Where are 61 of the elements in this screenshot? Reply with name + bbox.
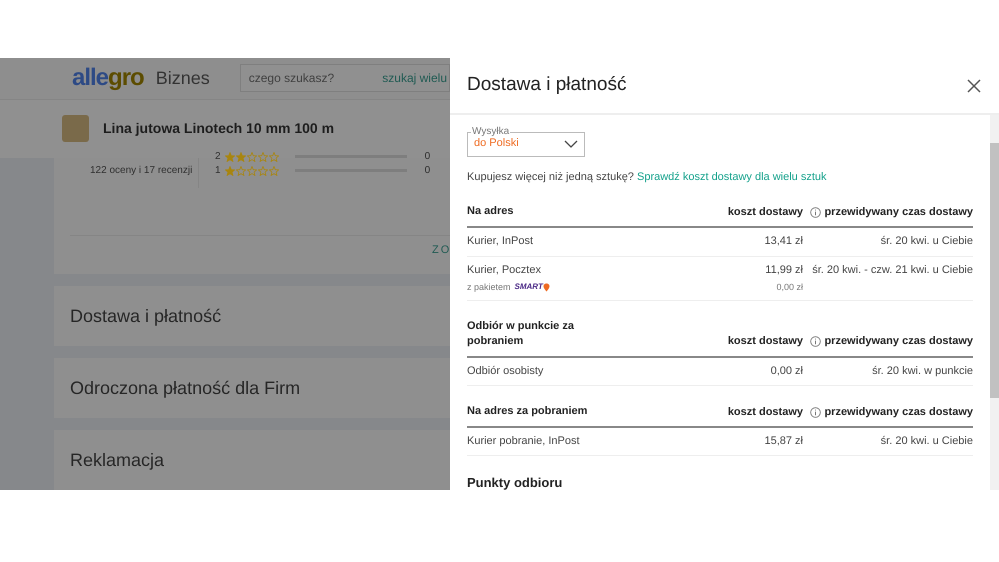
- group-heading: Na adres: [467, 204, 514, 220]
- column-heading: przewidywany czas dostawy: [824, 335, 973, 349]
- column-heading: koszt dostawy: [726, 335, 803, 349]
- delivery-method: Kurier, Pocztex: [467, 264, 541, 276]
- close-button[interactable]: [966, 78, 982, 94]
- search-field[interactable]: czego szukasz? szukaj wielu: [240, 64, 450, 92]
- shipping-cost-link[interactable]: Sprawdź koszt dostawy dla wielu sztuk: [636, 171, 827, 184]
- column-heading: przewidywany czas dostawy: [824, 406, 973, 419]
- delivery-time: śr. 20 kwi. w punkcie: [872, 364, 973, 378]
- shipping-select[interactable]: Wysyłka do Polski: [467, 127, 585, 158]
- pickup-heading: Punkty odbioru: [467, 474, 564, 490]
- ratings-summary: 122 oceny i 17 recenzji: [90, 164, 192, 178]
- product-title: Lina jutowa Linotech 10 mm 100 m: [103, 119, 334, 138]
- delivery-cost: 13,41 zł: [763, 235, 803, 249]
- column-heading: koszt dostawy: [726, 406, 803, 419]
- rating-count: 0: [424, 164, 430, 178]
- section-header[interactable]: Odroczona płatność dla Firm: [54, 358, 450, 418]
- info-icon[interactable]: [810, 336, 822, 348]
- star-empty-icon: [268, 166, 279, 176]
- star-empty-icon: [258, 166, 268, 176]
- pin-icon: [542, 282, 550, 292]
- package-label: z pakietem: [467, 282, 511, 293]
- info-icon[interactable]: [810, 406, 822, 418]
- delivery-time: śr. 20 kwi. - czw. 21 kwi. u Ciebie: [812, 264, 973, 277]
- star-empty-icon: [268, 152, 279, 162]
- scrollbar[interactable]: [990, 115, 999, 490]
- group-heading: Odbiór w punkcie za pobraniem: [467, 318, 575, 349]
- column-heading: koszt dostawy: [726, 206, 803, 220]
- scrollbar-thumb[interactable]: [990, 143, 999, 398]
- column-heading: przewidywany czas dostawy: [824, 206, 973, 220]
- star-filled-icon: [236, 152, 246, 162]
- photo-placeholder: [62, 115, 89, 142]
- smart-logo: SMART: [514, 282, 543, 292]
- delivery-cost: 0,00 zł: [770, 364, 803, 378]
- star-filled-icon: [224, 152, 235, 162]
- star-empty-icon: [246, 166, 257, 176]
- close-icon: [966, 78, 982, 94]
- panel-title: Dostawa i płatność: [467, 74, 626, 97]
- logo[interactable]: allegro: [72, 60, 144, 96]
- delivery-time: śr. 20 kwi. u Ciebie: [880, 235, 973, 249]
- star-empty-icon: [258, 152, 268, 162]
- search-many-link[interactable]: szukaj wielu: [382, 69, 447, 88]
- rating-count: 0: [424, 150, 430, 164]
- group-heading: Na adres za pobraniem: [467, 404, 588, 419]
- delivery-time: śr. 20 kwi. u Ciebie: [880, 434, 973, 448]
- delivery-cost: 11,99 zł: [764, 264, 803, 277]
- smart-cost: 0,00 zł: [775, 282, 803, 293]
- delivery-method: Kurier, InPost: [467, 235, 534, 248]
- info-icon[interactable]: [810, 207, 822, 218]
- star-filled-icon: [224, 166, 235, 176]
- section-header[interactable]: Reklamacja: [54, 430, 450, 490]
- delivery-method: Kurier pobranie, InPost: [467, 434, 580, 447]
- multi-item-note: Kupujesz więcej niż jedną sztukę? Sprawdź koszt dostawy dla wielu sztuk: [467, 171, 828, 184]
- show-more-link[interactable]: ZO: [432, 242, 450, 258]
- delivery-cost: 15,87 zł: [763, 434, 803, 448]
- rating-label: 1: [215, 164, 221, 178]
- rating-label: 2: [215, 150, 221, 164]
- delivery-method: Odbiór osobisty: [467, 364, 544, 377]
- section-header[interactable]: Dostawa i płatność: [54, 286, 450, 346]
- chevron-down-icon: [564, 140, 578, 148]
- logo-suffix: Biznes: [156, 66, 210, 90]
